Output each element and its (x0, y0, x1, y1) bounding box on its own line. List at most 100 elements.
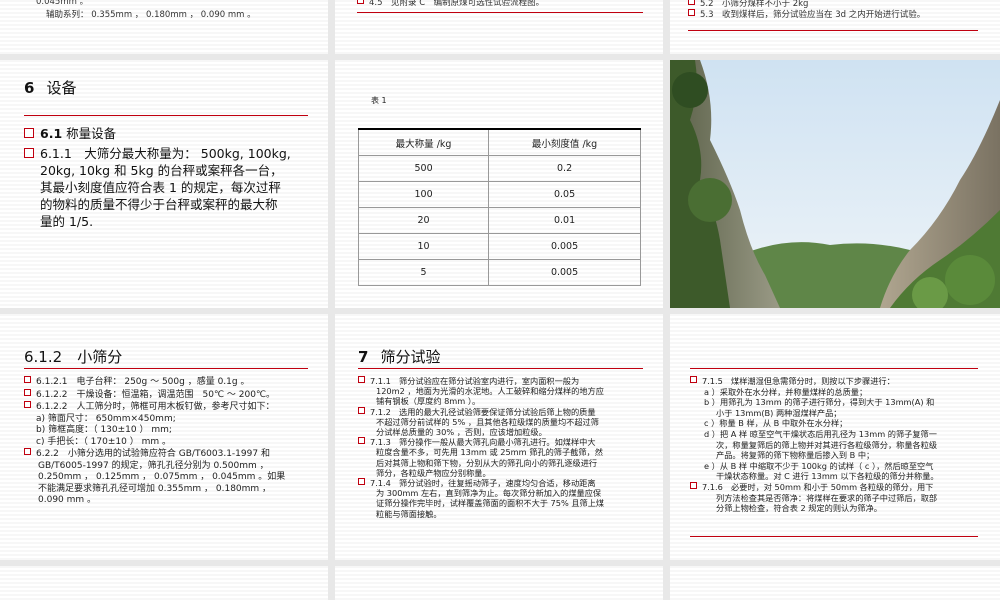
top-left-line1: 0.045mm 。 (36, 0, 89, 7)
divider (358, 368, 643, 369)
bullet-icon (690, 481, 697, 489)
list-item: 7.1.5 煤样潮湿但急需筛分时，则按以下步骤进行： (690, 376, 995, 387)
list-item-text: 7.1.5 煤样潮湿但急需筛分时，则按以下步骤进行： (702, 376, 895, 386)
list-item: b) 筛框高度：（ 130±10 ） mm; (36, 425, 172, 435)
bullet-icon (24, 401, 31, 408)
slide-top-right: 5.2 小筛分煤样不小于 2kg 5.3 收到煤样后，筛分试验应当在 3d 之内… (670, 0, 1000, 54)
sieve-test-paragraphs: 7.1.1 筛分试验应在筛分试验室内进行，室内面积一般为 120m2 ，地面为光… (358, 376, 658, 519)
list-item: a) 筛面尺寸： 650mm×450mm; (36, 413, 176, 424)
table-caption: 表 1 (371, 96, 387, 105)
bullet-icon (24, 448, 31, 455)
para-line: 其最小刻度值应符合表 1 的规定，每次过秤 (40, 180, 281, 195)
list-item: c) 手把长：（ 170±10 ） mm 。 (36, 436, 171, 447)
section-title: 6.1.2 小筛分 (24, 346, 122, 367)
bullet-icon (358, 478, 365, 486)
table-cell: 10 (357, 233, 490, 260)
list-item: GB/T6005-1997 的规定，筛孔孔径分别为 0.500mm ， (38, 460, 269, 471)
list-item: 0.090 mm 。 (38, 495, 97, 505)
tree-foliage (672, 72, 708, 108)
bullet-icon (358, 376, 365, 383)
list-item: 小于 13mm(B) 两种湿煤样产品； (716, 407, 842, 418)
paragraph: 7.1.4 筛分试验时，往复摇动筛子，速度均匀合适，移动距离 为 300mm 左… (358, 478, 658, 519)
top-middle-item: 4.5 见附录 C 编制原煤可选性试验流程图。 (357, 0, 544, 9)
bullet-icon (24, 148, 34, 158)
para-line: 7.1.1 筛分试验应在筛分试验室内进行，室内面积一般为 (370, 376, 580, 386)
top-right-text1: 5.2 小筛分煤样不小于 2kg (700, 0, 809, 9)
list-item: b ）用筛孔为 13mm 的筛子进行筛分，得到大于 13mm(A) 和 (704, 397, 935, 408)
para-line: 证筛分操作完毕时，试样覆盖筛面的面积不大于 75% 且筛上煤 (376, 498, 605, 509)
tree-foliage (945, 255, 995, 305)
bullet-icon (690, 376, 697, 383)
list-item: 干燥状态称量。对 C 进行 13mm 以下各粒级的筛分并称量。 (716, 471, 939, 482)
para-line: 的物料的质量不得少于台秤或案秤的最大称 (40, 197, 278, 212)
para-line: 20kg, 10kg 和 5kg 的台秤或案秤各一台， (40, 163, 283, 178)
list-item: 7.1.6 必要时，对 50mm 和小于 50mm 各粒级的筛分，用下 (690, 481, 995, 493)
slide-bottom-middle (335, 566, 663, 600)
subsection-title: 6.1 称量设备 (24, 125, 116, 142)
table-row: 10 0.005 (357, 233, 641, 260)
list-item-text: 6.2.2 小筛分选用的试验筛应符合 GB/T6003.1-1997 和 (36, 449, 270, 459)
para-line: 7.1.4 筛分试验时，往复摇动筛子，速度均匀合适，移动距离 (370, 478, 596, 489)
para-line: 7.1.3 筛分操作一般从最大筛孔向最小筛孔进行。如煤样中大 (370, 437, 596, 448)
divider (690, 536, 978, 537)
list-item: 6.1.2.2 人工筛分时，筛框可用木板钉做，参考尺寸如下： (24, 401, 324, 414)
bullet-icon (358, 437, 365, 445)
para-line: 分试样总质量的 30% ，否则，应该增加粒级。 (376, 427, 547, 438)
section-number: 7 (358, 348, 369, 366)
slide-steps: 7.1.5 煤样潮湿但急需筛分时，则按以下步骤进行： a ）采取外在水分样，并称… (670, 314, 1000, 560)
landscape-photo (670, 60, 1000, 308)
table-cell: 20 (357, 207, 490, 234)
para-line: 粒度含量不多，可先用 13mm 或 25mm 筛孔的筛子截筛，然 (376, 447, 603, 458)
list-item: 次，称量复筛后的筛上物并对其进行各粒级筛分，称量各粒级 (716, 439, 938, 450)
section-title-text: 筛分试验 (380, 348, 441, 366)
para-line: 不超过筛分前试样的 5% ，且其他各粒级煤的质量均不超过筛 (376, 416, 599, 427)
slide-bottom-right (670, 566, 1000, 600)
list-item: c ）称量 B 样，从 B 中取外在水分样； (704, 418, 848, 429)
slide-bottom-left (0, 566, 328, 600)
table-cell: 5 (357, 259, 490, 286)
section-number: 6 (24, 79, 35, 97)
divider (24, 115, 308, 116)
para-line: 7.1.2 选用的最大孔径试验筛要保证筛分试验后筛上物的质量 (370, 406, 596, 417)
bullet-icon (358, 406, 365, 414)
subsection-text: 称量设备 (66, 126, 117, 141)
table-header-row: 最大称量 /kg 最小刻度值 /kg (357, 128, 641, 156)
divider (688, 30, 978, 31)
table-row: 500 0.2 (357, 155, 641, 182)
slide-top-left: 0.045mm 。 辅助系列： 0.355mm ， 0.180mm ， 0.09… (0, 0, 328, 54)
list-item: 不能满足要求筛孔孔径可增加 0.355mm ， 0.180mm ， (38, 483, 272, 494)
list-item-text: 6.1.2.2 干燥设备：恒温箱，调温范围 50℃ ～ 200℃。 (36, 389, 276, 400)
bullet-icon (688, 9, 695, 16)
divider (690, 368, 978, 369)
table-cell: 0.2 (488, 155, 641, 182)
list-item-text: 7.1.6 必要时，对 50mm 和小于 50mm 各粒级的筛分，用下 (702, 481, 934, 492)
para-line: 量的 1/5. (40, 214, 94, 229)
top-middle-text: 4.5 见附录 C 编制原煤可选性试验流程图。 (369, 0, 545, 8)
list-item: 6.1.2.1 电子台秤： 250g ～ 500g ，感量 0.1g 。 (24, 376, 324, 389)
table-header-cell: 最小刻度值 /kg (488, 128, 641, 156)
list-item: 6.2.2 小筛分选用的试验筛应符合 GB/T6003.1-1997 和 (24, 448, 324, 461)
para-line: 6.1.1 大筛分最大称量为： 500kg, 100kg, (40, 146, 291, 161)
table-cell: 0.005 (488, 259, 641, 286)
top-right-text2: 5.3 收到煤样后，筛分试验应当在 3d 之内开始进行试验。 (700, 10, 926, 20)
divider (357, 12, 643, 13)
table-row: 5 0.005 (357, 259, 641, 286)
slide-small-sieve: 6.1.2 小筛分 6.1.2.1 电子台秤： 250g ～ 500g ，感量 … (0, 314, 328, 560)
tree-foliage (688, 178, 732, 222)
bullet-icon (24, 388, 31, 396)
slide-top-middle: 4.5 见附录 C 编制原煤可选性试验流程图。 (335, 0, 663, 54)
table-row: 20 0.01 (357, 207, 641, 234)
table-cell: 500 (357, 155, 490, 182)
equipment-paragraph: 6.1.1 大筛分最大称量为： 500kg, 100kg, 20kg, 10kg… (24, 145, 324, 230)
small-sieve-list: 6.1.2.1 电子台秤： 250g ～ 500g ，感量 0.1g 。 6.1… (24, 376, 324, 507)
para-line: 筛分，各粒级产物应分别称量。 (376, 467, 491, 478)
list-item: 列方法检查其是否筛净：将煤样在要求的筛子中过筛后，取部 (716, 492, 938, 503)
para-line: 120m2 ，地面为光滑的水泥地。人工破碎和缩分煤样的地方应 (376, 386, 604, 397)
top-right-item2: 5.3 收到煤样后，筛分试验应当在 3d 之内开始进行试验。 (688, 9, 925, 21)
table-1: 最大称量 /kg 最小刻度值 /kg 500 0.2 100 0.05 20 0.01… (357, 128, 641, 286)
bullet-icon (24, 376, 31, 383)
list-item: 产品。将复筛的筛下物称量后掺入到 B 中； (716, 450, 875, 461)
section-number: 6.1.2 (24, 348, 63, 366)
table-cell: 0.005 (488, 233, 641, 260)
slide-sieve-test: 7 筛分试验 7.1.1 筛分试验应在筛分试验室内进行，室内面积一般为 120m2… (335, 314, 663, 560)
